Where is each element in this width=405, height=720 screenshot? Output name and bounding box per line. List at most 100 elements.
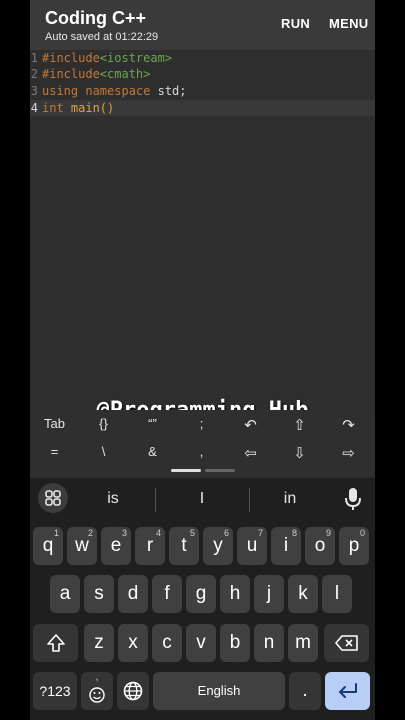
key-hint: 5: [189, 528, 195, 538]
arrow-left-icon[interactable]: ⇦: [226, 444, 275, 462]
keyboard-menu-button[interactable]: [38, 483, 68, 513]
extra-key-comma[interactable]: ,: [177, 444, 226, 459]
code-editor[interactable]: 1 #include<iostream> 2 #include<cmath> 3…: [30, 50, 375, 423]
code-token-keyword: int: [42, 101, 64, 115]
key-x[interactable]: x: [118, 624, 148, 662]
key-q[interactable]: q1: [33, 527, 63, 565]
coding-app: Coding C++ Auto saved at 01:22:29 RUN ME…: [30, 0, 375, 720]
key-label: y: [213, 535, 223, 556]
line-number: 3: [30, 84, 38, 98]
redo-icon[interactable]: ↷: [324, 416, 373, 434]
code-token-header: <cmath>: [99, 67, 151, 81]
key-hint: 0: [359, 528, 365, 538]
key-z[interactable]: z: [84, 624, 114, 662]
emoji-key[interactable]: ,: [81, 672, 113, 710]
extra-key-ampersand[interactable]: &: [128, 444, 177, 459]
key-l[interactable]: l: [322, 575, 352, 613]
extra-key-backslash[interactable]: \: [79, 444, 128, 459]
key-w[interactable]: w2: [67, 527, 97, 565]
key-label: e: [110, 535, 122, 556]
key-g[interactable]: g: [186, 575, 216, 613]
period-key[interactable]: .: [289, 672, 321, 710]
arrow-down-icon[interactable]: ⇩: [275, 444, 324, 462]
key-b[interactable]: b: [220, 624, 250, 662]
extra-key-tab[interactable]: Tab: [30, 416, 79, 431]
code-token-function: main(): [63, 101, 115, 115]
key-k[interactable]: k: [288, 575, 318, 613]
key-label: q: [42, 535, 54, 556]
key-f[interactable]: f: [152, 575, 182, 613]
key-label: t: [181, 535, 187, 556]
key-hint: 6: [223, 528, 229, 538]
emoji-icon: [89, 687, 105, 703]
suggestion-2[interactable]: I: [182, 490, 222, 508]
key-c[interactable]: c: [152, 624, 182, 662]
key-label: p: [348, 535, 360, 556]
key-i[interactable]: i8: [271, 527, 301, 565]
grid-icon: [45, 490, 61, 506]
key-y[interactable]: y6: [203, 527, 233, 565]
microphone-icon[interactable]: [343, 486, 363, 512]
extra-key-quotes[interactable]: “”: [128, 416, 177, 431]
key-a[interactable]: a: [50, 575, 80, 613]
backspace-key[interactable]: [324, 624, 369, 662]
shift-key[interactable]: [33, 624, 78, 662]
key-s[interactable]: s: [84, 575, 114, 613]
suggestion-divider: [155, 488, 156, 512]
key-j[interactable]: j: [254, 575, 284, 613]
line-number: 1: [30, 51, 38, 65]
code-line-2[interactable]: 2 #include<cmath>: [30, 66, 375, 82]
page-indicator-active: [171, 469, 201, 472]
extra-key-semicolon[interactable]: ;: [177, 416, 226, 431]
key-p[interactable]: p0: [339, 527, 369, 565]
key-hint: 3: [121, 528, 127, 538]
key-label: u: [246, 535, 258, 556]
language-key[interactable]: [117, 672, 149, 710]
key-hint: 1: [53, 528, 59, 538]
key-m[interactable]: m: [288, 624, 318, 662]
code-token-directive: #include: [42, 67, 100, 81]
extra-key-equals[interactable]: =: [30, 444, 79, 459]
suggestion-1[interactable]: is: [93, 490, 133, 508]
backspace-icon: [334, 635, 358, 651]
undo-icon[interactable]: ↶: [226, 416, 275, 434]
code-line-4-current[interactable]: 4 int main(): [30, 100, 375, 116]
arrow-right-icon[interactable]: ⇨: [324, 444, 373, 462]
enter-key[interactable]: [325, 672, 370, 710]
key-n[interactable]: n: [254, 624, 284, 662]
key-v[interactable]: v: [186, 624, 216, 662]
code-token-identifier: std;: [150, 84, 187, 98]
key-label: r: [146, 535, 154, 556]
arrow-up-icon[interactable]: ⇧: [275, 416, 324, 434]
enter-icon: [338, 682, 357, 698]
globe-icon: [123, 681, 143, 701]
key-h[interactable]: h: [220, 575, 250, 613]
key-d[interactable]: d: [118, 575, 148, 613]
run-button[interactable]: RUN: [281, 16, 310, 31]
key-t[interactable]: t5: [169, 527, 199, 565]
code-line-3[interactable]: 3 using namespace std;: [30, 83, 375, 99]
code-line-1[interactable]: 1 #include<iostream>: [30, 50, 375, 66]
suggestion-divider: [249, 488, 250, 512]
suggestion-3[interactable]: in: [270, 490, 310, 508]
key-o[interactable]: o9: [305, 527, 335, 565]
key-u[interactable]: u7: [237, 527, 267, 565]
key-hint: 2: [87, 528, 93, 538]
key-r[interactable]: r4: [135, 527, 165, 565]
key-hint: 9: [325, 528, 331, 538]
key-hint: 4: [155, 528, 161, 538]
space-bar[interactable]: English: [153, 672, 285, 710]
extra-key-braces[interactable]: {}: [79, 416, 128, 431]
app-header: Coding C++ Auto saved at 01:22:29 RUN ME…: [30, 0, 375, 50]
suggestion-bar: is I in: [30, 478, 375, 522]
app-title: Coding C++: [45, 8, 147, 28]
keyboard: q1 w2 e3 r4 t5 y6 u7 i8 o9 p0 a s d f g …: [30, 522, 375, 720]
page-indicator: [205, 469, 235, 472]
key-e[interactable]: e3: [101, 527, 131, 565]
line-number: 4: [30, 101, 38, 115]
symbols-key[interactable]: ?123: [33, 672, 77, 710]
code-token-directive: #include: [42, 51, 100, 65]
menu-button[interactable]: MENU: [329, 16, 368, 31]
key-label: o: [314, 535, 326, 556]
key-hint: 8: [291, 528, 297, 538]
